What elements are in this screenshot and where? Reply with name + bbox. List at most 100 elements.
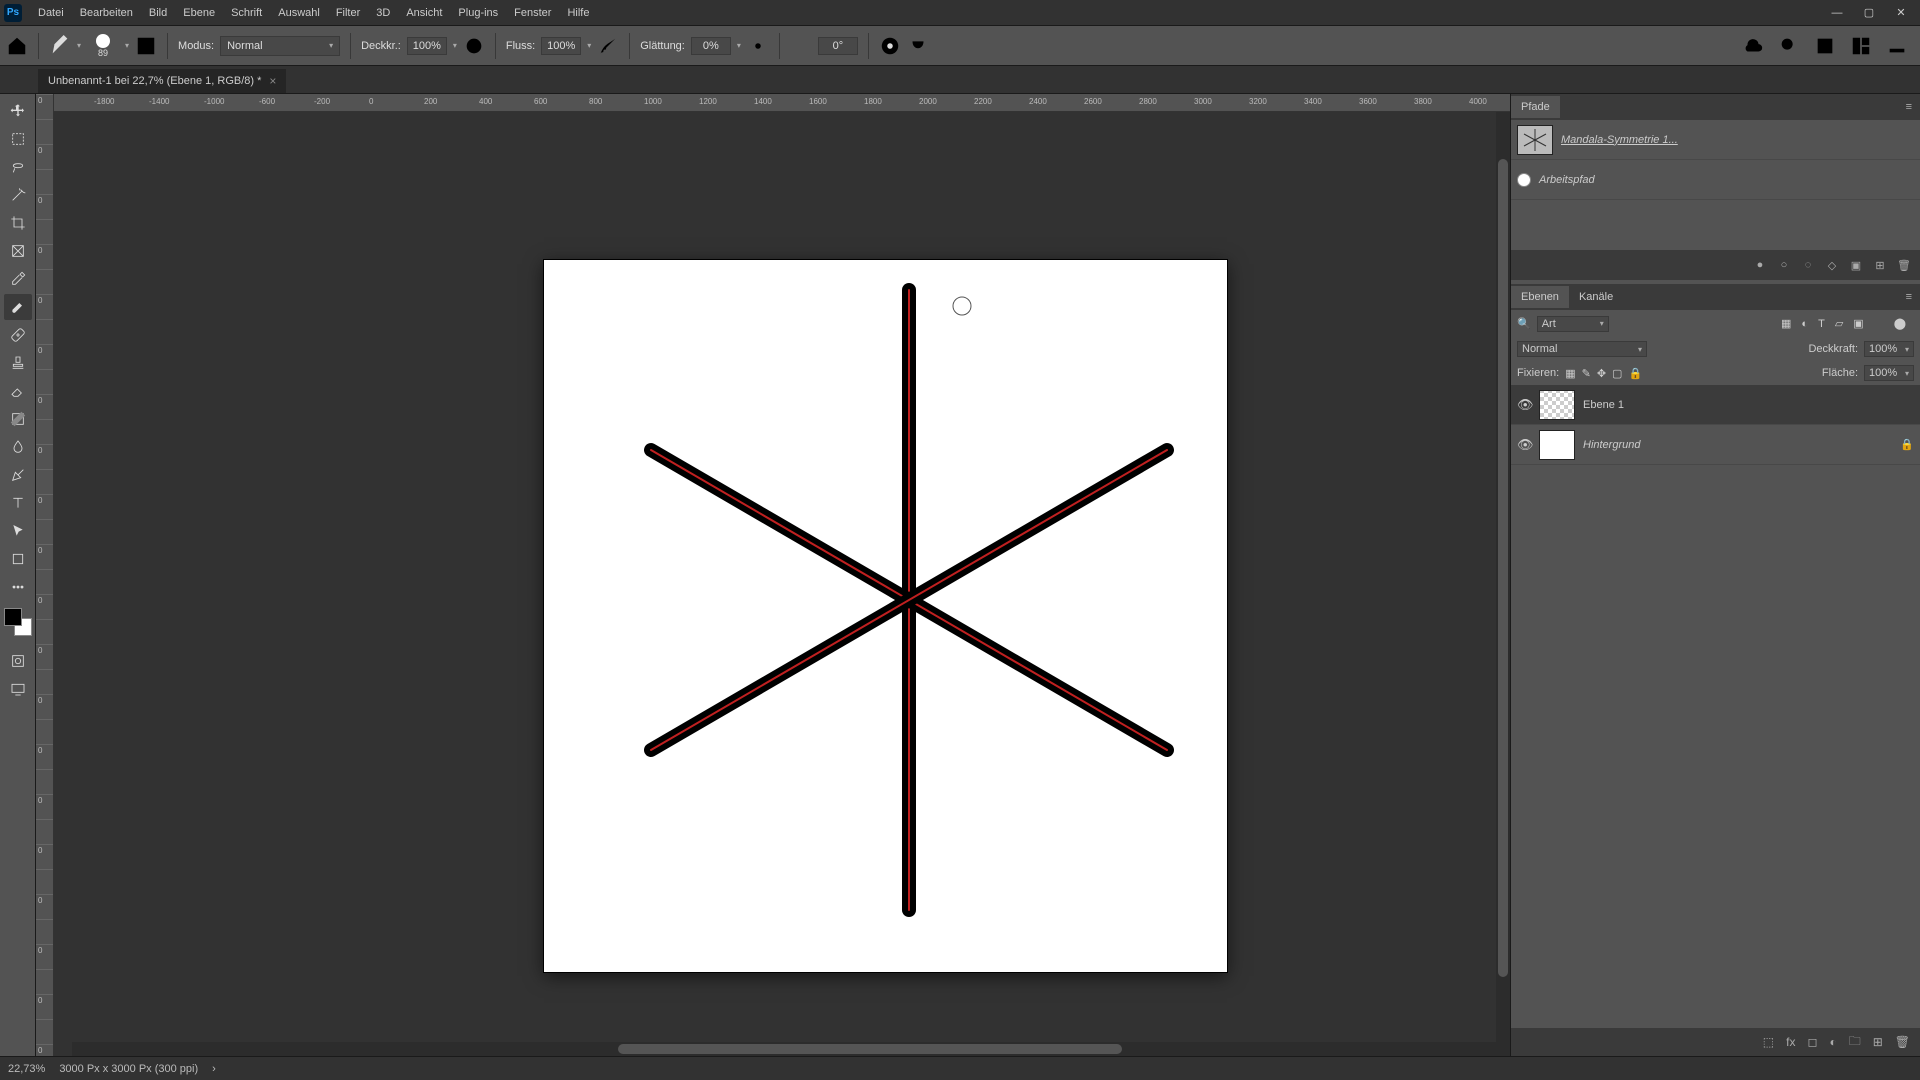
pressure-opacity-icon[interactable] [463, 35, 485, 57]
panel-menu-icon[interactable]: ≡ [1898, 291, 1920, 303]
menu-bild[interactable]: Bild [141, 3, 175, 23]
zoom-level[interactable]: 22,73% [8, 1063, 45, 1075]
mask-icon[interactable]: ◻ [1807, 1035, 1817, 1049]
eyedropper-tool[interactable] [4, 266, 32, 292]
pressure-size-icon[interactable] [879, 35, 901, 57]
menu-fenster[interactable]: Fenster [506, 3, 559, 23]
chevron-down-icon[interactable]: ▾ [587, 41, 591, 50]
marquee-tool[interactable] [4, 126, 32, 152]
menu-filter[interactable]: Filter [328, 3, 368, 23]
make-path-icon[interactable]: ◇ [1826, 259, 1838, 271]
close-icon[interactable]: × [269, 74, 276, 88]
chevron-right-icon[interactable]: › [212, 1063, 216, 1075]
visibility-icon[interactable]: 👁 [1517, 397, 1531, 413]
layer-row[interactable]: 👁 Ebene 1 [1511, 385, 1920, 425]
stroke-path-icon[interactable]: ○ [1778, 259, 1790, 271]
fx-icon[interactable]: fx [1786, 1035, 1795, 1049]
flow-input[interactable]: 100% [541, 37, 581, 55]
vertical-scrollbar[interactable] [1496, 112, 1510, 1042]
search-icon[interactable]: 🔍 [1517, 317, 1531, 330]
stamp-tool[interactable] [4, 350, 32, 376]
menu-auswahl[interactable]: Auswahl [270, 3, 328, 23]
path-select-tool[interactable] [4, 518, 32, 544]
wand-tool[interactable] [4, 182, 32, 208]
layer-row[interactable]: 👁 Hintergrund 🔒 [1511, 425, 1920, 465]
window-close-button[interactable]: ✕ [1886, 3, 1916, 23]
visibility-icon[interactable]: 👁 [1517, 437, 1531, 453]
scrollbar-thumb[interactable] [1498, 159, 1508, 977]
brush-tool[interactable] [4, 294, 32, 320]
layer-fill-input[interactable]: 100%▾ [1864, 365, 1914, 381]
type-tool[interactable] [4, 490, 32, 516]
blur-tool[interactable] [4, 434, 32, 460]
eraser-tool[interactable] [4, 378, 32, 404]
smoothing-options-icon[interactable] [747, 35, 769, 57]
color-swatches[interactable] [4, 608, 32, 636]
symmetry-icon[interactable] [907, 35, 929, 57]
frame-icon[interactable] [1814, 35, 1836, 57]
delete-layer-icon[interactable]: 🗑 [1895, 1035, 1910, 1049]
chevron-down-icon[interactable]: ▾ [125, 41, 129, 50]
lock-artboard-icon[interactable]: ▢ [1612, 367, 1622, 380]
workspace-icon[interactable] [1850, 35, 1872, 57]
lock-paint-icon[interactable]: ✎ [1582, 367, 1591, 380]
menu-schrift[interactable]: Schrift [223, 3, 270, 23]
search-icon[interactable] [1778, 35, 1800, 57]
menu-bearbeiten[interactable]: Bearbeiten [72, 3, 141, 23]
document-tab[interactable]: Unbenannt-1 bei 22,7% (Ebene 1, RGB/8) *… [38, 69, 286, 93]
lasso-tool[interactable] [4, 154, 32, 180]
more-tools[interactable] [4, 574, 32, 600]
menu-ebene[interactable]: Ebene [175, 3, 223, 23]
chevron-down-icon[interactable]: ▾ [77, 41, 81, 50]
move-tool[interactable] [4, 98, 32, 124]
tab-layers[interactable]: Ebenen [1511, 286, 1569, 308]
gradient-tool[interactable] [4, 406, 32, 432]
brush-panel-icon[interactable] [135, 35, 157, 57]
opacity-input[interactable]: 100% [407, 37, 447, 55]
fill-path-icon[interactable]: ● [1754, 259, 1766, 271]
group-icon[interactable]: 🗀 [1849, 1032, 1861, 1053]
mask-path-icon[interactable]: ▣ [1850, 259, 1862, 271]
pen-tool[interactable] [4, 462, 32, 488]
lock-all-icon[interactable]: 🔒 [1628, 367, 1642, 380]
filter-adjust-icon[interactable]: ◐ [1801, 318, 1808, 330]
cloud-docs-icon[interactable] [1742, 35, 1764, 57]
chevron-down-icon[interactable]: ▾ [453, 41, 457, 50]
path-row[interactable]: Arbeitspfad [1511, 160, 1920, 200]
filter-pixel-icon[interactable]: ▦ [1781, 317, 1791, 330]
menu-3d[interactable]: 3D [368, 3, 398, 23]
layer-blend-select[interactable]: Normal▾ [1517, 341, 1647, 357]
layer-filter-select[interactable]: Art▾ [1537, 316, 1609, 332]
screenmode-tool[interactable] [4, 676, 32, 702]
frame-tool[interactable] [4, 238, 32, 264]
angle-input[interactable]: 0° [818, 37, 858, 55]
brush-tool-icon[interactable] [49, 35, 71, 57]
filter-smart-icon[interactable]: ▣ [1853, 317, 1863, 330]
path-row[interactable]: Mandala-Symmetrie 1... [1511, 120, 1920, 160]
link-layers-icon[interactable]: ⬚ [1763, 1035, 1774, 1049]
foreground-color[interactable] [4, 608, 22, 626]
tab-paths[interactable]: Pfade [1511, 96, 1560, 118]
brush-preset-picker[interactable]: 89 [87, 32, 119, 60]
window-minimize-button[interactable]: — [1822, 3, 1852, 23]
crop-tool[interactable] [4, 210, 32, 236]
tab-channels[interactable]: Kanäle [1569, 286, 1623, 308]
new-layer-icon[interactable]: ⊞ [1873, 1035, 1883, 1049]
filter-type-icon[interactable]: T [1818, 318, 1825, 330]
menu-datei[interactable]: Datei [30, 3, 72, 23]
horizontal-scrollbar[interactable] [72, 1042, 1510, 1056]
quickmask-tool[interactable] [4, 648, 32, 674]
layer-opacity-input[interactable]: 100%▾ [1864, 341, 1914, 357]
blend-mode-select[interactable]: Normal▾ [220, 36, 340, 56]
lock-transparent-icon[interactable]: ▦ [1565, 367, 1575, 380]
healing-tool[interactable] [4, 322, 32, 348]
canvas[interactable] [54, 112, 1510, 1056]
doc-info[interactable]: 3000 Px x 3000 Px (300 ppi) [59, 1063, 198, 1075]
menu-ansicht[interactable]: Ansicht [398, 3, 450, 23]
share-icon[interactable] [1886, 35, 1908, 57]
filter-shape-icon[interactable]: ▱ [1835, 317, 1843, 330]
menu-plugins[interactable]: Plug-ins [450, 3, 506, 23]
home-icon[interactable] [6, 35, 28, 57]
delete-path-icon[interactable]: 🗑 [1898, 259, 1910, 271]
shape-tool[interactable] [4, 546, 32, 572]
